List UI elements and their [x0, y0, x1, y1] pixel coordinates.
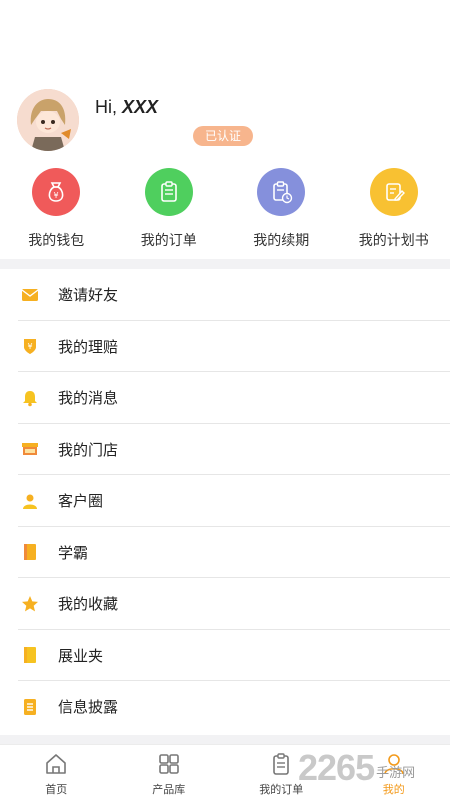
menu-item-invite[interactable]: 邀请好友	[0, 269, 450, 321]
tab-home[interactable]: 首页	[0, 745, 113, 800]
svg-text:¥: ¥	[27, 342, 32, 351]
menu-label-customer-circle: 客户圈	[58, 492, 104, 511]
menu-item-favorites[interactable]: 我的收藏	[0, 578, 450, 630]
renewal-button[interactable]: 我的续期	[225, 168, 338, 258]
person-icon	[21, 492, 39, 510]
order-icon	[273, 753, 290, 775]
quick-actions: ¥ 我的钱包 我的订单 我的续期 我的计划书	[0, 168, 450, 258]
greeting-prefix: Hi,	[95, 97, 117, 117]
menu-item-disclosure[interactable]: 信息披露	[0, 681, 450, 733]
menu-label-claims: 我的理赔	[58, 337, 119, 356]
site-watermark: 2265 手游网	[298, 747, 416, 788]
home-icon	[46, 754, 67, 774]
verified-badge: 已认证	[193, 126, 253, 146]
renewal-icon	[257, 168, 306, 216]
menu-item-xueba[interactable]: 学霸	[0, 527, 450, 579]
orders-label: 我的订单	[140, 233, 197, 249]
plan-button[interactable]: 我的计划书	[338, 168, 450, 258]
bell-icon	[21, 389, 39, 407]
menu-label-xueba: 学霸	[58, 543, 89, 562]
menu-label-invite: 邀请好友	[58, 286, 119, 305]
wallet-button[interactable]: ¥ 我的钱包	[0, 168, 113, 258]
watermark-text: 手游网	[376, 765, 416, 781]
menu-item-messages[interactable]: 我的消息	[0, 372, 450, 424]
svg-text:¥: ¥	[54, 191, 59, 200]
menu-label-folder: 展业夹	[58, 646, 104, 665]
renewal-label: 我的续期	[253, 233, 310, 249]
user-avatar-icon	[17, 89, 79, 151]
wallet-label: 我的钱包	[28, 233, 85, 249]
book-icon	[21, 543, 39, 561]
claim-shield-icon: ¥	[21, 337, 39, 355]
bottom-divider	[0, 735, 450, 744]
star-icon	[21, 595, 39, 613]
menu-item-store[interactable]: 我的门店	[0, 424, 450, 476]
menu-label-store: 我的门店	[58, 440, 119, 459]
menu-item-claims[interactable]: ¥ 我的理赔	[0, 321, 450, 373]
store-icon	[21, 440, 39, 458]
tab-products[interactable]: 产品库	[113, 745, 226, 800]
greeting-text: Hi, XXX	[95, 97, 158, 118]
menu-label-favorites: 我的收藏	[58, 595, 119, 614]
envelope-icon	[21, 286, 39, 304]
orders-button[interactable]: 我的订单	[113, 168, 226, 258]
tab-label-products: 产品库	[152, 783, 186, 796]
folder-icon	[21, 646, 39, 664]
tab-label-orders: 我的订单	[259, 783, 304, 796]
plan-icon	[369, 168, 418, 216]
tab-label-home: 首页	[45, 783, 68, 796]
watermark-number: 2265	[298, 747, 375, 788]
list-icon	[21, 698, 39, 716]
section-divider	[0, 259, 450, 269]
profile-header: Hi, XXX 已认证	[0, 0, 450, 165]
menu-label-messages: 我的消息	[58, 389, 119, 408]
menu-item-customer-circle[interactable]: 客户圈	[0, 475, 450, 527]
menu-label-disclosure: 信息披露	[58, 698, 119, 717]
menu-list: 邀请好友 ¥ 我的理赔 我的消息 我的门店 客户圈 学霸 我的收藏 展业夹 信息…	[0, 269, 450, 733]
menu-item-folder[interactable]: 展业夹	[0, 630, 450, 682]
avatar[interactable]	[17, 89, 79, 151]
clipboard-icon	[144, 168, 193, 216]
plan-label: 我的计划书	[358, 233, 429, 249]
grid-icon	[158, 754, 179, 774]
username: XXX	[122, 97, 159, 117]
money-bag-icon: ¥	[32, 168, 81, 216]
